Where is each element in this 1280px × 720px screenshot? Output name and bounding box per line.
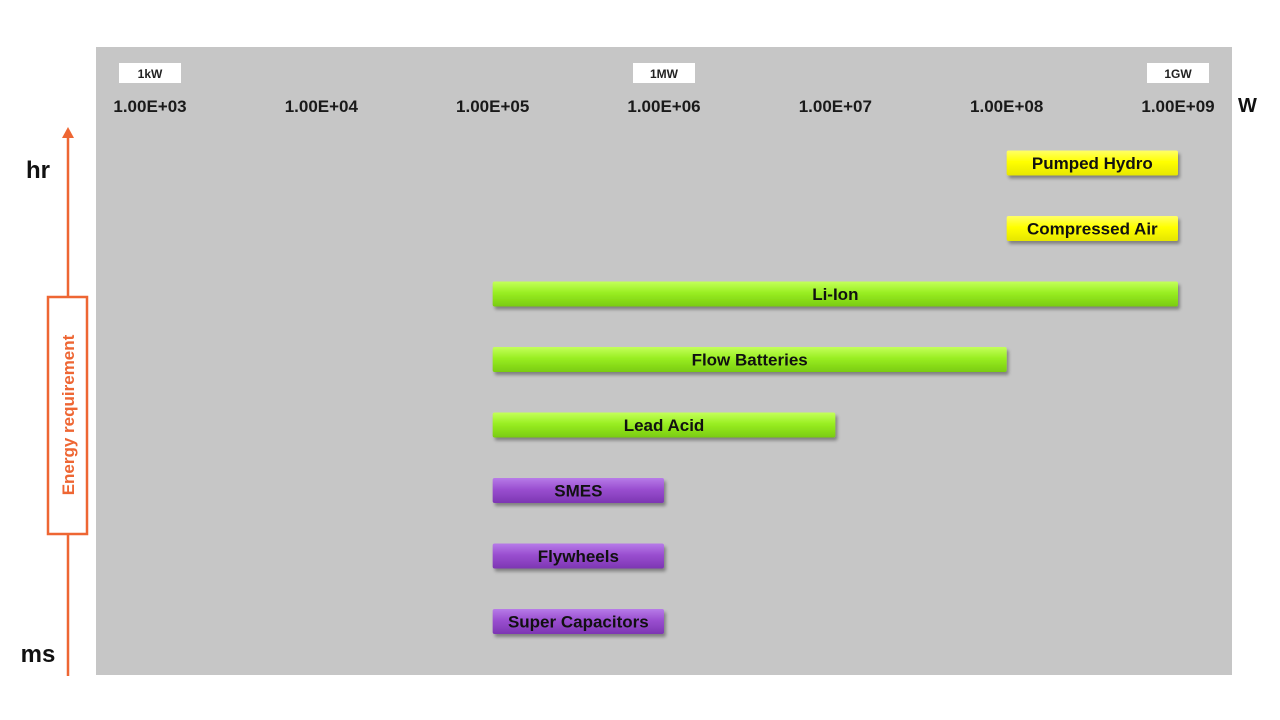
x-tick-label: 1.00E+04 xyxy=(285,97,359,116)
x-tick-label: 1.00E+05 xyxy=(456,97,529,116)
arrow-up-icon xyxy=(62,127,74,138)
y-axis-top-label: hr xyxy=(26,157,50,184)
bar-li-ion: Li-Ion xyxy=(492,281,1179,307)
svg-text:1kW: 1kW xyxy=(138,67,163,81)
x-axis-unit: W xyxy=(1238,95,1257,117)
bar-label: Flywheels xyxy=(538,547,619,566)
y-axis: Energy requirement hr ms xyxy=(21,127,89,676)
x-tick-label: 1.00E+07 xyxy=(799,97,872,116)
bar-label: SMES xyxy=(554,482,602,501)
svg-text:1GW: 1GW xyxy=(1164,67,1192,81)
bar-label: Lead Acid xyxy=(624,416,705,435)
bar-super-capacitors: Super Capacitors xyxy=(492,609,664,634)
x-tick-label: 1.00E+06 xyxy=(627,97,700,116)
bar-label: Flow Batteries xyxy=(692,351,808,370)
bar-lead-acid: Lead Acid xyxy=(492,412,836,438)
y-axis-bottom-label: ms xyxy=(21,641,56,668)
bar-label: Li-Ion xyxy=(812,285,858,304)
y-axis-label: Energy requirement xyxy=(59,334,78,495)
bar-pumped-hydro: Pumped Hydro xyxy=(1006,150,1178,176)
x-tick-label: 1.00E+09 xyxy=(1141,97,1214,116)
bar-label: Pumped Hydro xyxy=(1032,154,1153,173)
bar-compressed-air: Compressed Air xyxy=(1006,216,1178,241)
bar-label: Super Capacitors xyxy=(508,613,649,632)
unit-label-1mw: 1MW xyxy=(633,63,695,83)
x-tick-label: 1.00E+08 xyxy=(970,97,1043,116)
bar-smes: SMES xyxy=(492,478,664,503)
unit-labels: 1kW 1MW 1GW xyxy=(119,63,1209,83)
svg-text:1MW: 1MW xyxy=(650,67,679,81)
bar-flow-batteries: Flow Batteries xyxy=(492,347,1007,372)
x-tick-labels: 1.00E+03 1.00E+04 1.00E+05 1.00E+06 1.00E+07… xyxy=(113,97,1214,116)
bar-label: Compressed Air xyxy=(1027,220,1158,239)
x-tick-label: 1.00E+03 xyxy=(113,97,186,116)
bar-flywheels: Flywheels xyxy=(492,543,664,569)
unit-label-1gw: 1GW xyxy=(1147,63,1209,83)
chart: Energy requirement hr ms 1kW 1MW 1GW 1.00E+0… xyxy=(21,63,1257,676)
bars: Pumped Hydro Compressed Air Li-Ion Flow Bat… xyxy=(492,150,1179,634)
unit-label-1kw: 1kW xyxy=(119,63,181,83)
